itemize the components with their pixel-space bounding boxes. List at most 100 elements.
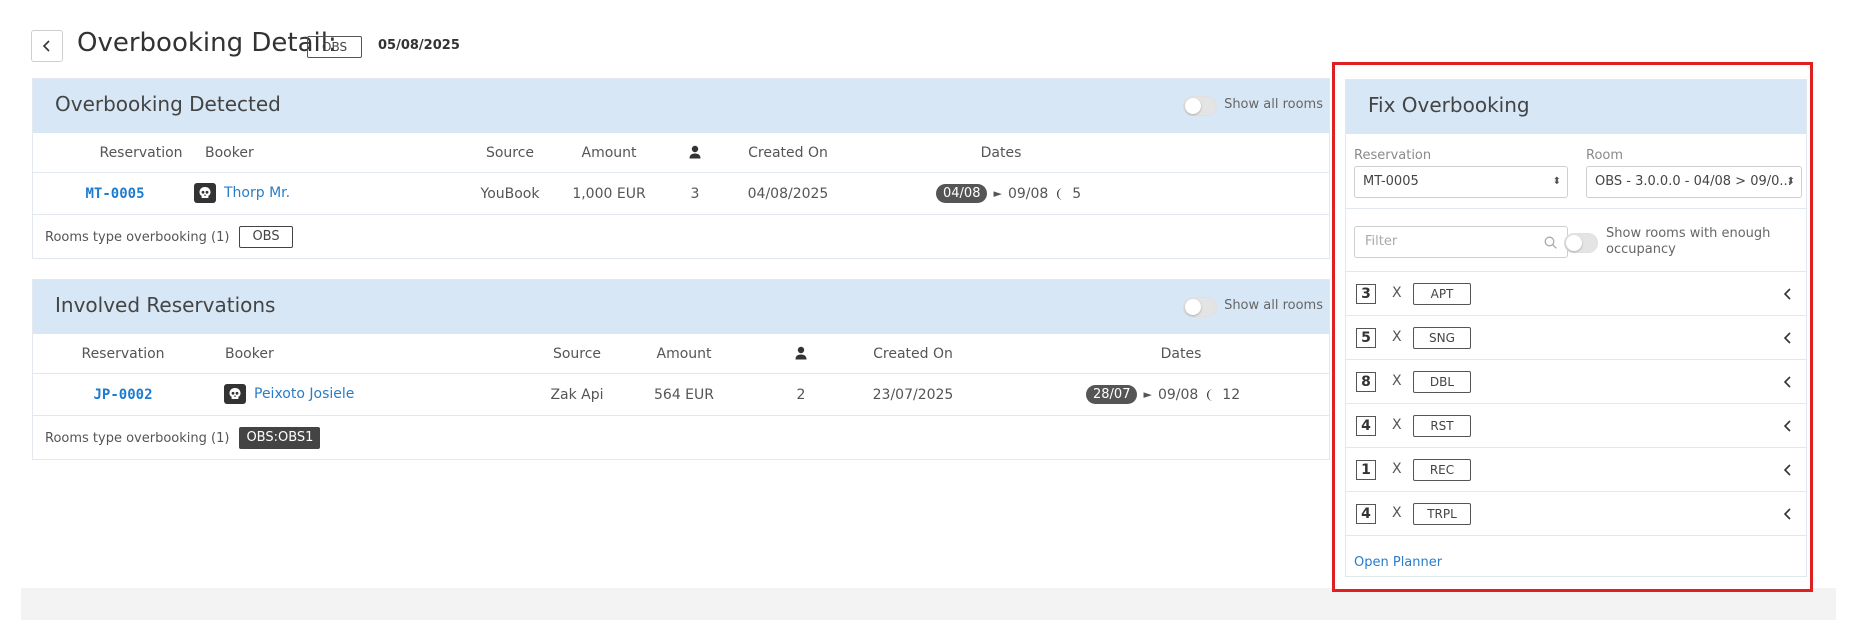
room-type-row[interactable]: 4 X RST (1346, 403, 1806, 447)
moon-icon (1054, 187, 1066, 201)
column-header-booker[interactable]: Booker (205, 146, 254, 160)
created-on-value: 04/08/2025 (747, 186, 829, 202)
overbooking-date: 05/08/2025 (378, 38, 460, 53)
column-header-dates[interactable]: Dates (981, 146, 1022, 160)
column-header-reservation[interactable]: Reservation (99, 146, 182, 160)
column-header-source[interactable]: Source (486, 146, 534, 160)
chevron-left-icon[interactable] (1783, 332, 1792, 344)
room-type-badge: TRPL (1413, 503, 1471, 525)
involved-reservations-panel: Involved Reservations Show all rooms Res… (32, 279, 1330, 460)
date-to: 09/08 (1157, 386, 1199, 403)
table-row: JP-0002 Peixoto Josiele Zak Api 564 EUR … (33, 374, 1329, 416)
room-select-value: OBS - 3.0.0.0 - 04/08 > 09/0... (1595, 174, 1792, 189)
room-type-row[interactable]: 8 X DBL (1346, 359, 1806, 403)
reservation-link[interactable]: MT-0005 (85, 187, 144, 201)
reservation-link[interactable]: JP-0002 (93, 388, 152, 402)
room-select[interactable]: OBS - 3.0.0.0 - 04/08 > 09/0... ⬍ (1586, 166, 1802, 198)
arrow-right-icon: ► (993, 187, 1002, 200)
times-label: X (1392, 417, 1402, 433)
room-type-badge: OBS:OBS1 (239, 427, 321, 449)
show-all-rooms-toggle[interactable] (1183, 96, 1217, 116)
room-count: 1 (1356, 460, 1376, 480)
chevron-left-icon (42, 40, 50, 52)
times-label: X (1392, 505, 1402, 521)
room-count: 3 (1356, 284, 1376, 304)
room-count: 5 (1356, 328, 1376, 348)
booker-link[interactable]: Peixoto Josiele (254, 387, 354, 401)
column-header-created-on[interactable]: Created On (748, 146, 828, 160)
column-header-dates[interactable]: Dates (1161, 347, 1202, 361)
column-header-amount[interactable]: Amount (581, 146, 636, 160)
chevron-left-icon[interactable] (1783, 420, 1792, 432)
show-all-rooms-label: Show all rooms (1224, 298, 1323, 313)
room-type-badge: APT (1413, 283, 1471, 305)
dates-cell: 04/08 ► 09/08 5 (936, 184, 1081, 203)
rooms-type-overbooking-label: Rooms type overbooking (1) (45, 229, 230, 245)
reservation-select[interactable]: MT-0005 ⬍ (1354, 166, 1568, 198)
times-label: X (1392, 373, 1402, 389)
chevron-left-icon[interactable] (1783, 508, 1792, 520)
column-header-amount[interactable]: Amount (656, 347, 711, 361)
guests-value: 2 (796, 387, 806, 403)
room-type-row[interactable]: 5 X SNG (1346, 315, 1806, 359)
panel-header: Fix Overbooking (1346, 80, 1806, 134)
filter-placeholder: Filter (1365, 234, 1398, 249)
room-type-badge: REC (1413, 459, 1471, 481)
back-button[interactable] (31, 30, 63, 62)
room-type-row[interactable]: 3 X APT (1346, 271, 1806, 315)
room-type-badge: RST (1413, 415, 1471, 437)
show-all-rooms-toggle[interactable] (1183, 297, 1217, 317)
date-to: 09/08 (1007, 185, 1049, 202)
moon-icon (1204, 388, 1216, 402)
booker-link[interactable]: Thorp Mr. (224, 186, 290, 200)
guests-value: 3 (690, 186, 700, 202)
chevron-left-icon[interactable] (1783, 376, 1792, 388)
room-select-label: Room (1586, 148, 1624, 163)
chevron-left-icon[interactable] (1783, 288, 1792, 300)
enough-occupancy-label: Show rooms with enough occupancy (1606, 226, 1771, 258)
open-planner-link[interactable]: Open Planner (1354, 555, 1442, 570)
amount-value: 1,000 EUR (572, 186, 646, 202)
room-count: 4 (1356, 416, 1376, 436)
panel-header: Overbooking Detected Show all rooms (33, 79, 1329, 133)
room-type-badge: SNG (1413, 327, 1471, 349)
select-caret-icon: ⬍ (1552, 176, 1561, 187)
column-header-created-on[interactable]: Created On (873, 347, 953, 361)
table-row: MT-0005 Thorp Mr. YouBook 1,000 EUR 3 04… (33, 173, 1329, 215)
fix-overbooking-highlight: Fix Overbooking Reservation MT-0005 ⬍ Ro… (1332, 62, 1813, 592)
dates-cell: 28/07 ► 09/08 12 (1086, 385, 1240, 404)
panel-title: Involved Reservations (55, 293, 276, 317)
panel-title: Fix Overbooking (1368, 93, 1530, 117)
room-type-badge: DBL (1413, 371, 1471, 393)
rooms-type-footer: Rooms type overbooking (1) OBS:OBS1 (33, 416, 321, 460)
nights-count: 12 (1222, 386, 1241, 403)
page-title: Overbooking Detail: (77, 28, 337, 58)
page-bottom-strip (21, 588, 1836, 620)
column-header-booker[interactable]: Booker (225, 347, 274, 361)
guests-icon (689, 145, 701, 162)
room-count: 8 (1356, 372, 1376, 392)
room-type-badge: OBS (239, 226, 293, 248)
created-on-value: 23/07/2025 (872, 387, 954, 403)
panel-title: Overbooking Detected (55, 92, 281, 116)
source-value: YouBook (480, 186, 540, 202)
column-header-reservation[interactable]: Reservation (81, 347, 164, 361)
source-value: Zak Api (550, 387, 604, 403)
overbooking-detected-panel: Overbooking Detected Show all rooms Rese… (32, 78, 1330, 259)
show-all-rooms-label: Show all rooms (1224, 97, 1323, 112)
select-caret-icon: ⬍ (1786, 176, 1795, 187)
reservation-select-label: Reservation (1354, 148, 1432, 163)
booker-cell: Thorp Mr. (194, 183, 290, 203)
times-label: X (1392, 285, 1402, 301)
date-from-pill: 04/08 (936, 184, 988, 203)
search-icon (1544, 236, 1557, 249)
rooms-type-overbooking-label: Rooms type overbooking (1) (45, 430, 230, 446)
filter-input[interactable]: Filter (1354, 226, 1568, 258)
room-type-row[interactable]: 1 X REC (1346, 447, 1806, 491)
room-type-row[interactable]: 4 X TRPL (1346, 491, 1806, 535)
amount-value: 564 EUR (654, 387, 714, 403)
chevron-left-icon[interactable] (1783, 464, 1792, 476)
enough-occupancy-toggle[interactable] (1564, 233, 1598, 253)
column-header-source[interactable]: Source (553, 347, 601, 361)
reservation-select-value: MT-0005 (1363, 174, 1419, 189)
